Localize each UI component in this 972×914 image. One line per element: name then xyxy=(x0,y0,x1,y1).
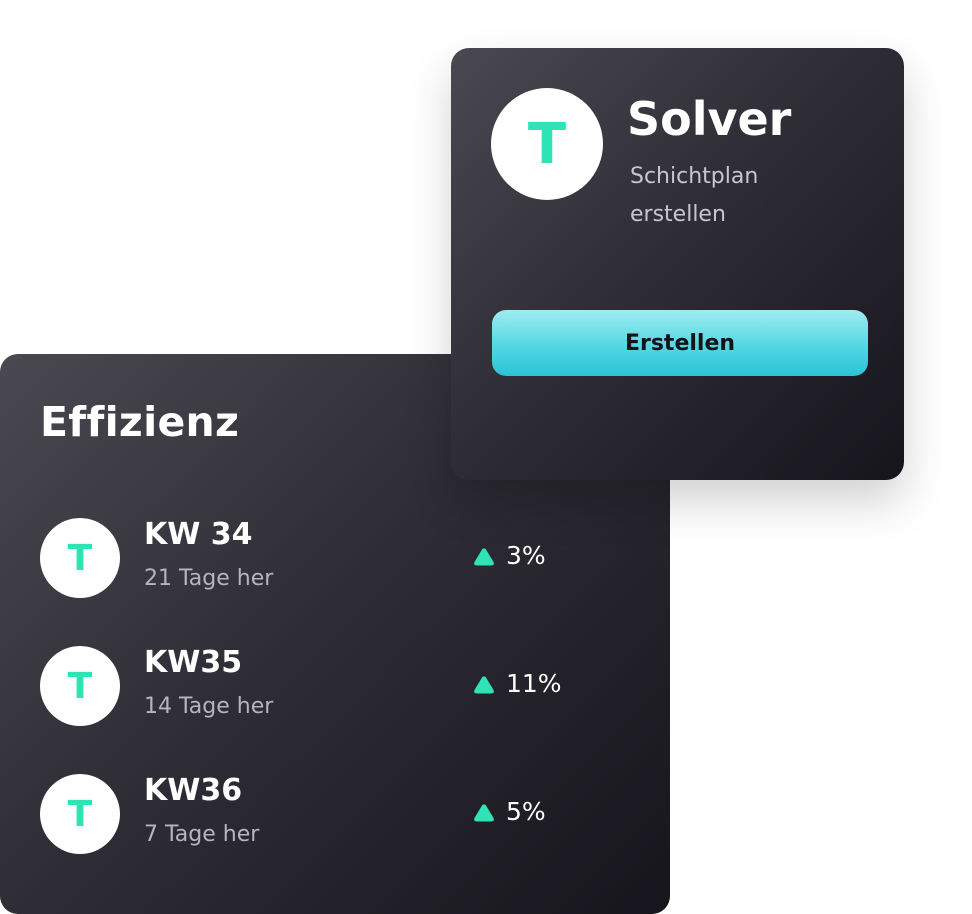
efficiency-row-kw36[interactable]: T KW36 7 Tage her 5% xyxy=(0,774,670,864)
triangle-up-icon xyxy=(474,804,494,822)
avatar: T xyxy=(40,774,120,854)
row-subtitle: 7 Tage her xyxy=(144,822,260,847)
triangle-up-icon xyxy=(474,548,494,566)
trend-value: 11% xyxy=(506,669,562,698)
row-subtitle: 21 Tage her xyxy=(144,566,274,591)
triangle-up-icon xyxy=(474,676,494,694)
stage: Effizienz T KW 34 21 Tage her 3% T KW35 … xyxy=(0,0,972,914)
solver-subtitle: Schichtplan erstellen xyxy=(630,164,759,227)
efficiency-row-kw34[interactable]: T KW 34 21 Tage her 3% xyxy=(0,518,670,608)
avatar: T xyxy=(40,646,120,726)
efficiency-row-kw35[interactable]: T KW35 14 Tage her 11% xyxy=(0,646,670,736)
row-subtitle: 14 Tage her xyxy=(144,694,274,719)
avatar: T xyxy=(40,518,120,598)
trend-value: 3% xyxy=(506,541,546,570)
create-button[interactable]: Erstellen xyxy=(492,310,868,376)
solver-card: T Solver Schichtplan erstellen Erstellen xyxy=(451,48,904,480)
avatar: T xyxy=(491,88,603,200)
solver-title: Solver xyxy=(627,92,792,146)
efficiency-title: Effizienz xyxy=(40,398,240,446)
row-title: KW35 xyxy=(144,645,243,680)
trend-value: 5% xyxy=(506,797,546,826)
row-title: KW 34 xyxy=(144,517,253,552)
row-title: KW36 xyxy=(144,773,243,808)
